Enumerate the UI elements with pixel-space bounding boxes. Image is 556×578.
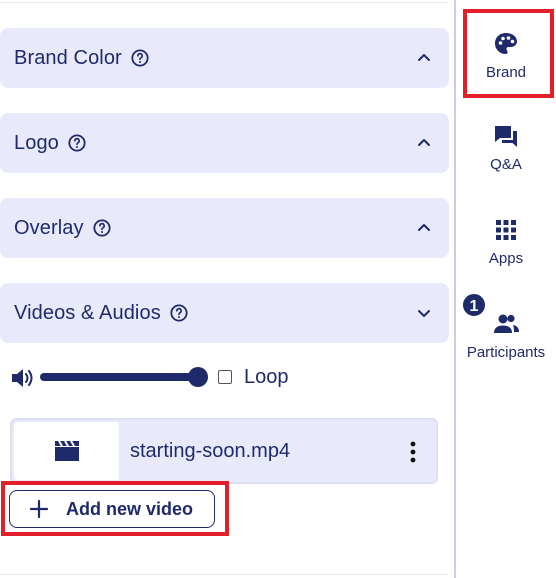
grid-icon [496,220,516,240]
people-icon [494,314,519,333]
volume-icon[interactable] [10,367,36,389]
divider-line [0,2,449,3]
accordion-logo[interactable]: Logo [0,113,449,173]
audio-controls: Loop [10,364,310,392]
help-icon[interactable] [170,304,188,322]
highlight-box [463,9,554,98]
help-icon[interactable] [68,134,86,152]
chevron-up-icon[interactable] [417,136,431,150]
sidebar-item-qa[interactable]: Q&A [456,122,556,202]
divider-line [0,574,449,575]
more-options-icon[interactable] [410,441,416,463]
accordion-title: Overlay [14,216,84,239]
highlight-box [1,481,229,536]
chat-bubbles-icon [495,126,517,147]
accordion-title: Brand Color [14,46,122,69]
sidebar-nav: Brand Q&A Apps Participants [456,0,556,578]
sidebar-item-apps[interactable]: Apps [456,216,556,296]
video-thumbnail [14,422,119,480]
accordion-brand-color[interactable]: Brand Color [0,28,449,88]
clapperboard-icon [55,440,79,461]
video-item[interactable]: starting-soon.mp4 [10,418,438,484]
help-icon[interactable] [131,49,149,67]
sidebar-item-label: Participants [466,344,546,361]
volume-slider-thumb[interactable] [188,367,208,387]
settings-panel: Brand Color Logo Overlay Videos & Audios… [0,0,449,578]
accordion-title: Logo [14,131,59,154]
volume-slider[interactable] [40,373,198,381]
chevron-up-icon[interactable] [417,51,431,65]
loop-label: Loop [244,366,289,388]
chevron-down-icon[interactable] [417,306,431,320]
sidebar-item-label: Q&A [490,156,522,173]
loop-checkbox[interactable] [218,370,232,384]
sidebar-item-label: Apps [488,250,524,267]
accordion-overlay[interactable]: Overlay [0,198,449,258]
sidebar-item-participants[interactable]: Participants [456,310,556,390]
participants-count-badge: 1 [461,292,487,318]
video-file-name: starting-soon.mp4 [130,440,291,462]
help-icon[interactable] [93,219,111,237]
accordion-title: Videos & Audios [14,301,161,324]
chevron-up-icon[interactable] [417,221,431,235]
accordion-videos-audios[interactable]: Videos & Audios [0,283,449,343]
